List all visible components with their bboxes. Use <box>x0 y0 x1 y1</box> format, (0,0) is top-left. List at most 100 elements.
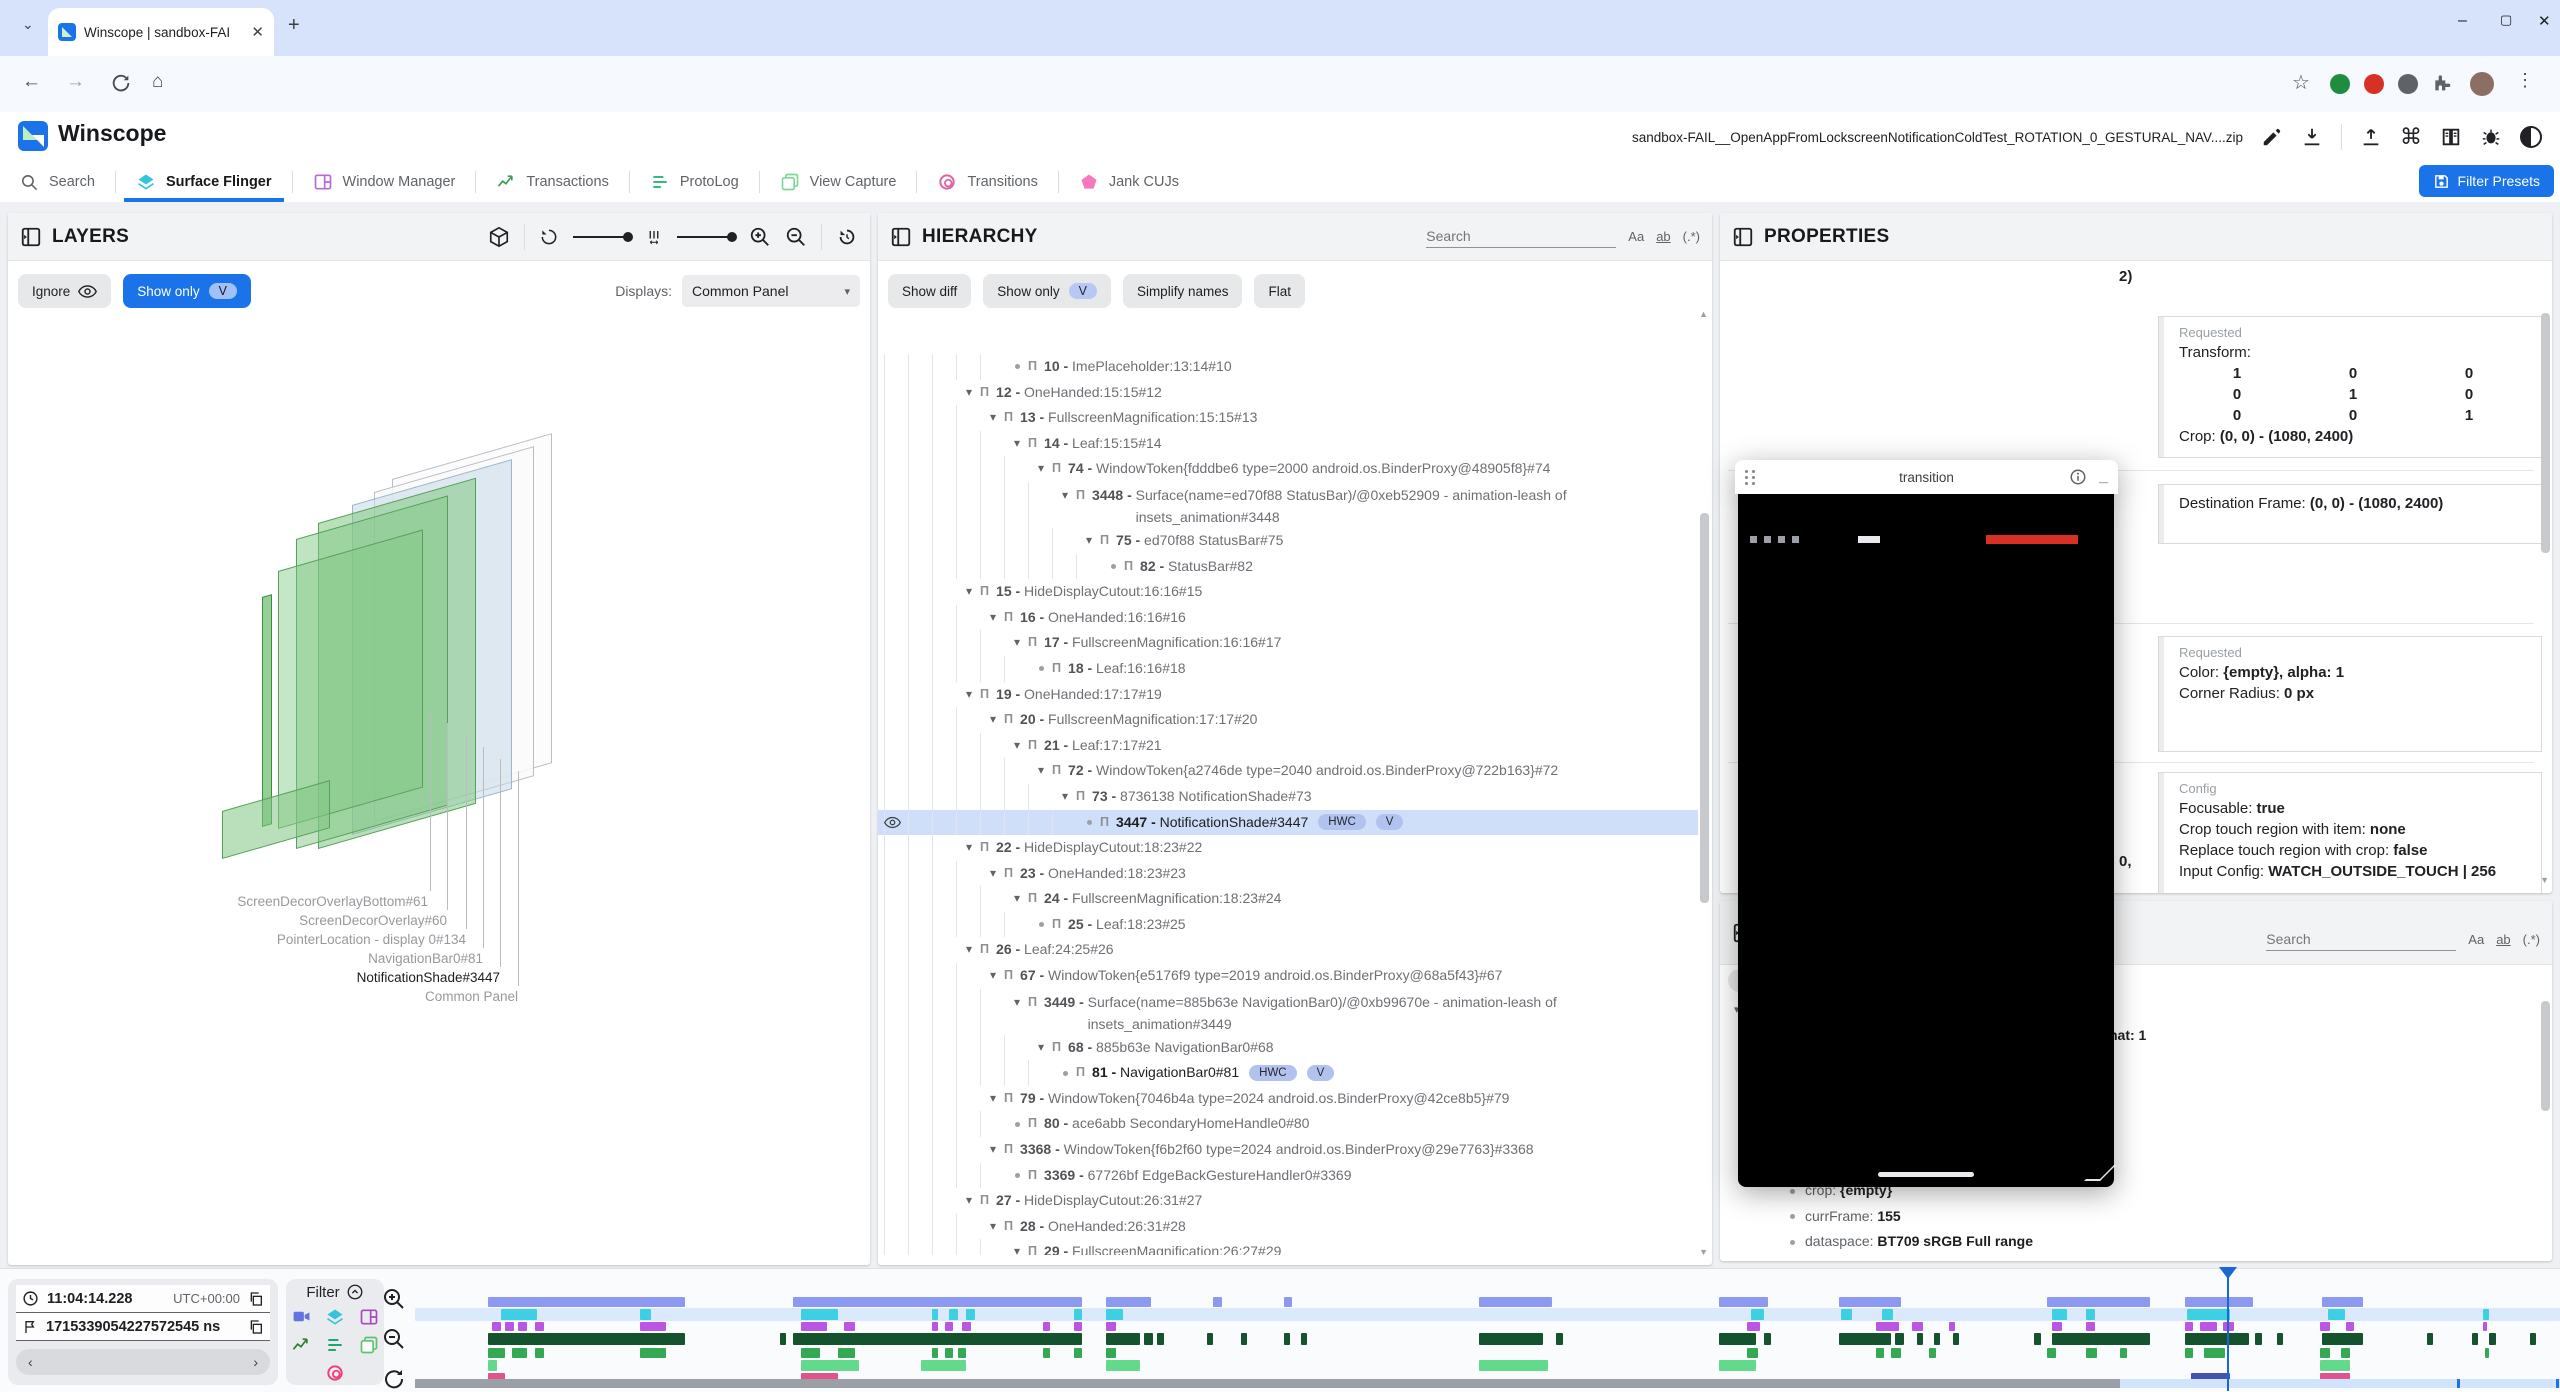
simplify-names-chip[interactable]: Simplify names <box>1123 274 1243 308</box>
expand-arrow-icon[interactable]: ▾ <box>1008 886 1026 912</box>
hierarchy-node-17[interactable]: ▾Π17 - FullscreenMagnification:16:16#17 <box>878 630 1698 656</box>
trace-segment[interactable] <box>2320 1360 2350 1371</box>
hierarchy-node-28[interactable]: ▾Π28 - OneHanded:26:31#28 <box>878 1214 1698 1240</box>
expand-arrow-icon[interactable]: ▾ <box>1008 630 1026 656</box>
match-case-icon[interactable]: Aa <box>1628 229 1644 244</box>
trace-segment[interactable] <box>2204 1348 2225 1358</box>
match-case-icon[interactable]: Aa <box>2468 932 2484 947</box>
hierarchy-node-72[interactable]: ▾Π72 - WindowToken{a2746de type=2040 and… <box>878 758 1698 784</box>
trace-tab-jank-cujs[interactable]: Jank CUJs <box>1059 162 1199 202</box>
trace-segment[interactable] <box>1934 1333 1940 1345</box>
home-icon[interactable]: ⌂ <box>152 71 163 93</box>
trace-segment[interactable] <box>1841 1309 1852 1320</box>
hierarchy-node-24[interactable]: ▾Π24 - FullscreenMagnification:18:23#24 <box>878 886 1698 912</box>
trace-segment[interactable] <box>1074 1348 1083 1358</box>
layer-label[interactable]: NavigationBar0#81 <box>368 951 483 966</box>
selection-handle[interactable] <box>2556 1379 2559 1388</box>
bookmark-star-icon[interactable]: ☆ <box>2292 70 2310 95</box>
layers-3d-view[interactable]: ScreenDecorOverlayBottom#61ScreenDecorOv… <box>8 313 870 1265</box>
expand-arrow-icon[interactable]: ▾ <box>1008 1239 1026 1255</box>
filter-presets-button[interactable]: Filter Presets <box>2419 165 2554 197</box>
selection-handle[interactable] <box>2457 1379 2460 1388</box>
hierarchy-node-82[interactable]: Π82 - StatusBar#82 <box>878 554 1698 580</box>
trace-segment[interactable] <box>2185 1297 2254 1307</box>
trace-segment[interactable] <box>1043 1348 1049 1358</box>
trace-segment[interactable] <box>949 1309 958 1320</box>
hierarchy-node-22[interactable]: ▾Π22 - HideDisplayCutout:18:23#22 <box>878 835 1698 861</box>
trace-segment[interactable] <box>2185 1322 2194 1331</box>
reset-view-icon[interactable] <box>836 226 858 248</box>
expand-arrow-icon[interactable]: ▾ <box>1080 528 1098 554</box>
documentation-book-icon[interactable] <box>2440 126 2462 148</box>
trace-tab-transitions[interactable]: Transitions <box>917 162 1057 202</box>
zoom-out-icon[interactable] <box>785 226 807 248</box>
trace-segment[interactable] <box>640 1348 666 1358</box>
transition-overlay-window[interactable]: transition _ <box>1735 460 2118 1187</box>
trace-segment[interactable] <box>492 1322 501 1331</box>
trace-segment[interactable] <box>1479 1297 1552 1307</box>
flat-chip[interactable]: Flat <box>1254 274 1305 308</box>
trace-segment[interactable] <box>501 1309 537 1320</box>
expand-arrow-icon[interactable]: ▾ <box>984 1086 1002 1112</box>
trace-segment[interactable] <box>2341 1348 2350 1358</box>
hierarchy-node-3448[interactable]: ▾Π3448 - Surface(name=ed70f88 StatusBar)… <box>878 482 1698 528</box>
shortcuts-icon[interactable]: ⌘ <box>2400 124 2422 150</box>
trace-segment[interactable] <box>1839 1297 1901 1307</box>
trace-segment[interactable] <box>838 1348 855 1358</box>
hierarchy-node-16[interactable]: ▾Π16 - OneHanded:16:16#16 <box>878 605 1698 631</box>
new-tab-button[interactable]: + <box>288 14 300 37</box>
show-diff-chip[interactable]: Show diff <box>888 274 971 308</box>
trace-segment[interactable] <box>2034 1333 2040 1345</box>
timeline-scrollbar[interactable] <box>415 1379 2560 1388</box>
trace-segment[interactable] <box>2223 1322 2234 1331</box>
ignore-chip[interactable]: Ignore <box>18 274 111 308</box>
trace-segment[interactable] <box>1213 1297 1222 1307</box>
extension-icon-red[interactable] <box>2364 74 2384 94</box>
trace-segment[interactable] <box>2483 1322 2487 1331</box>
trace-segment[interactable] <box>1301 1333 1307 1345</box>
expand-arrow-icon[interactable]: ▾ <box>984 707 1002 733</box>
layer-label[interactable]: ScreenDecorOverlayBottom#61 <box>237 894 428 909</box>
resize-handle-icon[interactable] <box>2084 1165 2116 1181</box>
timeline-tracks[interactable] <box>0 1269 2560 1392</box>
trace-segment[interactable] <box>1764 1333 1770 1345</box>
trace-segment[interactable] <box>958 1348 967 1358</box>
expand-arrow-icon[interactable]: ▾ <box>960 579 978 605</box>
trace-segment[interactable] <box>2472 1333 2478 1345</box>
trace-tab-window-manager[interactable]: Window Manager <box>293 162 476 202</box>
expand-arrow-icon[interactable]: ▾ <box>960 835 978 861</box>
trace-segment[interactable] <box>1747 1322 1760 1331</box>
trace-segment[interactable] <box>2485 1348 2489 1358</box>
properties-search-input[interactable] <box>2266 928 2456 951</box>
hierarchy-node-29[interactable]: ▾Π29 - FullscreenMagnification:26:27#29 <box>878 1239 1698 1255</box>
hierarchy-node-3369[interactable]: Π3369 - 67726bf EdgeBackGestureHandler0#… <box>878 1163 1698 1189</box>
trace-segment[interactable] <box>535 1322 544 1331</box>
extension-icon-green[interactable] <box>2330 74 2350 94</box>
expand-arrow-icon[interactable]: ▾ <box>1032 456 1050 482</box>
trace-segment[interactable] <box>1074 1309 1083 1320</box>
layer-rect-6[interactable] <box>262 594 272 827</box>
hierarchy-node-80[interactable]: Π80 - ace6abb SecondaryHomeHandle0#80 <box>878 1111 1698 1137</box>
trace-segment[interactable] <box>1876 1348 1885 1358</box>
hierarchy-node-81[interactable]: Π81 - NavigationBar0#81HWCV <box>878 1060 1698 1086</box>
trace-segment[interactable] <box>945 1322 954 1331</box>
trace-segment[interactable] <box>488 1333 685 1345</box>
hierarchy-node-73[interactable]: ▾Π73 - 8736138 NotificationShade#73 <box>878 784 1698 810</box>
extensions-puzzle-icon[interactable] <box>2432 72 2452 92</box>
extension-icon-grey[interactable] <box>2398 74 2418 94</box>
layer-label[interactable]: PointerLocation - display 0#134 <box>277 932 466 947</box>
trace-segment[interactable] <box>2322 1297 2363 1307</box>
layer-label[interactable]: NotificationShade#3447 <box>357 970 500 985</box>
dark-mode-icon[interactable] <box>2520 126 2542 148</box>
trace-segment[interactable] <box>1917 1333 1923 1345</box>
trace-segment[interactable] <box>801 1348 820 1358</box>
browser-tab[interactable]: Winscope | sandbox-FAI ✕ <box>48 8 274 56</box>
scroll-up-icon[interactable]: ▲ <box>1699 309 1708 319</box>
trace-segment[interactable] <box>1106 1333 1140 1345</box>
match-word-icon[interactable]: ab <box>1656 229 1670 244</box>
hierarchy-search-input[interactable] <box>1426 225 1616 248</box>
trace-segment[interactable] <box>2047 1297 2150 1307</box>
spacing-slider[interactable] <box>677 236 735 238</box>
expand-arrow-icon[interactable]: ▾ <box>984 405 1002 431</box>
trace-segment[interactable] <box>2052 1309 2067 1320</box>
